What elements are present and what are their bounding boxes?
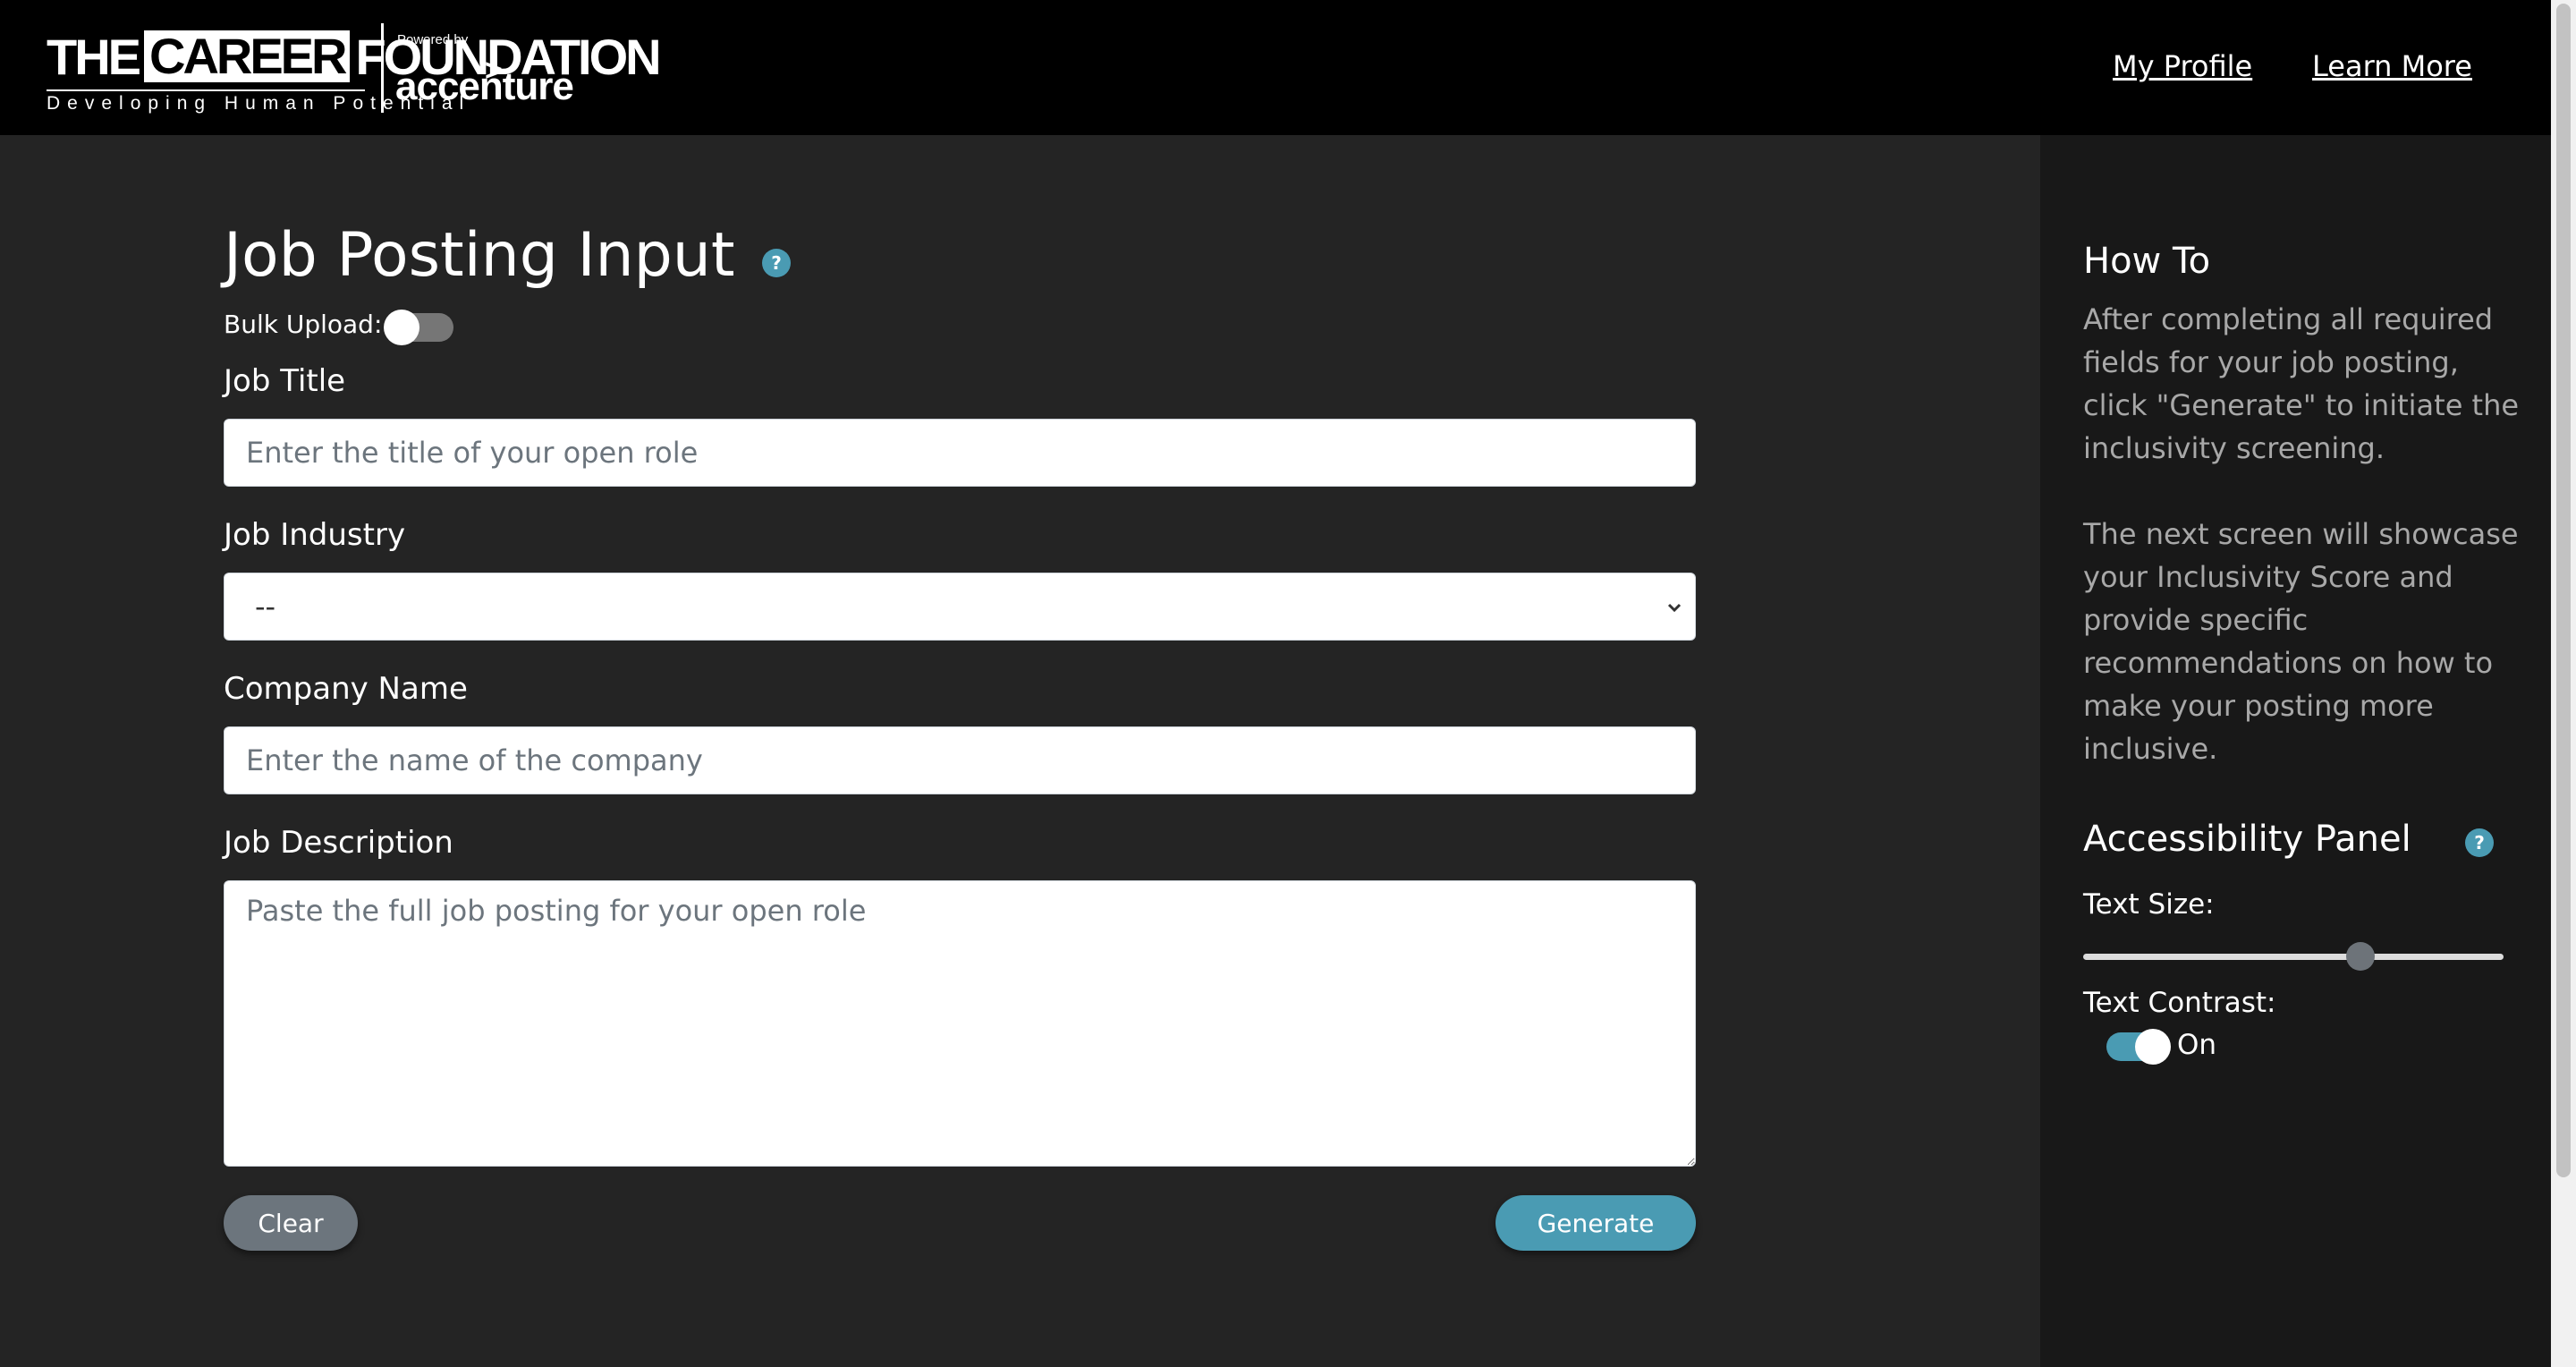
job-description-textarea[interactable] — [224, 880, 1696, 1167]
bulk-upload-toggle[interactable] — [384, 310, 453, 345]
help-icon[interactable]: ? — [762, 249, 791, 277]
toggle-knob — [2135, 1029, 2171, 1065]
job-industry-select[interactable]: -- — [224, 573, 1696, 641]
powered-by-text: Powered by — [397, 32, 469, 47]
text-contrast-toggle[interactable] — [2106, 1029, 2171, 1065]
career-foundation-logo[interactable]: THE CAREER FOUNDATION Developing Human P… — [45, 23, 662, 116]
how-to-paragraph-1: After completing all required fields for… — [2083, 302, 2520, 465]
accenture-logo: accenture — [395, 64, 574, 108]
clear-button[interactable]: Clear — [224, 1195, 358, 1251]
top-header: THE CAREER FOUNDATION Developing Human P… — [0, 0, 2551, 135]
sidebar-panel: How To After completing all required fie… — [2040, 135, 2551, 1367]
accessibility-help-icon[interactable]: ? — [2465, 828, 2494, 857]
job-title-input[interactable] — [224, 419, 1696, 487]
chevron-down-icon — [1667, 603, 1682, 613]
logo-career: CAREER — [144, 30, 351, 82]
job-industry-selected-value: -- — [255, 590, 276, 624]
text-size-slider-track[interactable] — [2083, 954, 2504, 960]
logo-rule — [47, 89, 365, 91]
text-contrast-label: Text Contrast: — [2083, 987, 2276, 1019]
accessibility-panel-title: Accessibility Panel — [2083, 819, 2411, 860]
logo-the: THE — [47, 28, 141, 85]
job-description-label: Job Description — [224, 825, 453, 861]
how-to-title: How To — [2083, 241, 2211, 282]
page-title: Job Posting Input — [224, 220, 735, 291]
text-size-slider-thumb[interactable] — [2346, 942, 2375, 971]
text-size-label: Text Size: — [2083, 888, 2215, 921]
job-title-label: Job Title — [224, 363, 346, 399]
company-name-input[interactable] — [224, 726, 1696, 794]
page-scrollbar[interactable] — [2551, 0, 2576, 1367]
logo-divider — [381, 23, 384, 113]
generate-button[interactable]: Generate — [1496, 1195, 1696, 1251]
text-contrast-state: On — [2177, 1029, 2217, 1061]
nav-learn-more-link[interactable]: Learn More — [2312, 49, 2472, 83]
scrollbar-thumb[interactable] — [2556, 4, 2571, 1177]
nav-my-profile-link[interactable]: My Profile — [2113, 49, 2252, 83]
how-to-paragraph-2: The next screen will showcase your Inclu… — [2083, 517, 2519, 766]
bulk-upload-label: Bulk Upload: — [224, 310, 383, 339]
toggle-knob — [384, 310, 419, 345]
job-industry-label: Job Industry — [224, 517, 406, 553]
company-name-label: Company Name — [224, 671, 468, 707]
